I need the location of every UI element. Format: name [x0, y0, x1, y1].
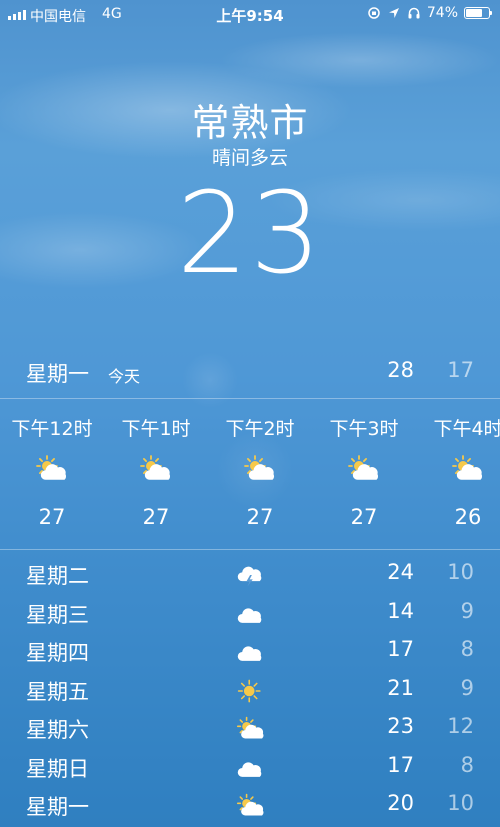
battery-percentage: 74%: [426, 5, 458, 21]
status-bar: 中国电信 4G 上午9:54 74%: [0, 0, 500, 28]
hour-time: 下午4时: [433, 418, 500, 440]
partly-sunny-icon: [347, 455, 381, 483]
location-arrow-icon: [388, 8, 399, 18]
status-icons: 74%: [367, 5, 492, 21]
hour-temperature: 27: [38, 505, 66, 529]
hour-time: 下午12时: [11, 418, 93, 440]
hour-time: 下午2时: [225, 418, 295, 440]
hour-temperature: 26: [454, 505, 482, 529]
daily-high: 23: [387, 714, 414, 738]
daily-row: 星期二 24 10: [0, 556, 500, 595]
daily-row: 星期日 17 8: [0, 749, 500, 788]
daily-low: 10: [447, 791, 474, 815]
city-name: 常熟市: [191, 101, 309, 145]
daily-forecast-list: 星期二 24 10 星期三 14 9 星期四 17 8 星期五 21 9 星期六…: [0, 556, 500, 826]
daily-low: 12: [447, 714, 474, 738]
daily-low: 10: [447, 560, 474, 584]
battery-icon: [464, 7, 492, 19]
daily-day: 星期日: [26, 756, 89, 781]
daily-day: 星期五: [26, 679, 89, 704]
hour-temperature: 27: [350, 505, 378, 529]
daily-day: 星期三: [26, 602, 89, 627]
current-temperature: 23: [176, 169, 324, 299]
hour-item: 下午1时 27: [104, 399, 208, 529]
today-summary-row: 星期一 今天 28 17: [0, 358, 500, 394]
sun-icon: [236, 678, 266, 704]
cloud-icon: [236, 639, 266, 665]
partly-sunny-icon: [451, 455, 485, 483]
hour-item: 下午2时 27: [208, 399, 312, 529]
daily-day: 星期一: [26, 795, 89, 819]
hour-time: 下午3时: [329, 418, 399, 440]
hourly-forecast[interactable]: 下午12时 27 下午1时 27 下午2时 27 下午3时 27 下午4时 26: [0, 398, 500, 550]
daily-high: 14: [387, 598, 414, 623]
today-low: 17: [447, 358, 474, 382]
daily-row: 星期四 17 8: [0, 633, 500, 672]
daily-day: 星期四: [26, 641, 89, 665]
hour-item: 下午3时 27: [312, 399, 416, 529]
daily-low: 8: [460, 752, 474, 777]
daily-high: 20: [387, 791, 414, 815]
cloud-icon: [236, 755, 266, 781]
daily-low: 8: [460, 637, 474, 661]
today-high: 28: [387, 358, 414, 382]
partly-sunny-icon: [236, 716, 266, 742]
cloud-icon: [236, 601, 266, 627]
orientation-lock-icon: [368, 7, 380, 19]
daily-low: 9: [460, 598, 474, 623]
daily-high: 17: [387, 637, 414, 661]
daily-high: 24: [387, 560, 414, 584]
daily-low: 9: [460, 675, 474, 700]
thunderstorm-icon: [236, 562, 266, 588]
daily-row: 星期五 21 9: [0, 672, 500, 711]
daily-high: 17: [387, 752, 414, 777]
hour-item: 下午4时 26: [416, 399, 500, 529]
hour-item: 下午12时 27: [0, 399, 104, 529]
partly-sunny-icon: [35, 455, 69, 483]
hour-temperature: 27: [246, 505, 274, 529]
partly-sunny-icon: [139, 455, 173, 483]
daily-day: 星期六: [26, 718, 89, 742]
daily-row: 星期六 23 12: [0, 710, 500, 749]
headphones-icon: [408, 7, 420, 19]
partly-sunny-icon: [236, 793, 266, 819]
daily-row: 星期三 14 9: [0, 595, 500, 634]
daily-row: 星期一 20 10: [0, 787, 500, 826]
hour-time: 下午1时: [121, 418, 191, 440]
daily-day: 星期二: [26, 564, 89, 588]
hour-temperature: 27: [142, 505, 170, 529]
partly-sunny-icon: [243, 455, 277, 483]
today-day: 星期一: [26, 362, 89, 386]
weather-condition: 晴间多云: [211, 147, 288, 169]
daily-high: 21: [387, 675, 414, 700]
today-tag: 今天: [108, 367, 141, 386]
